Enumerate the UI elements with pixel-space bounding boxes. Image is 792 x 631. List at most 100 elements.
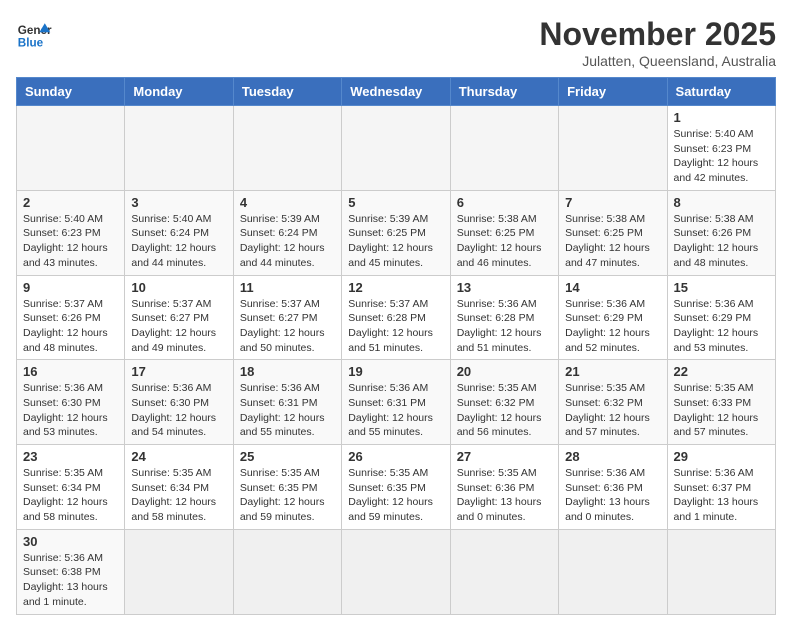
day-number: 5 [348, 195, 443, 210]
calendar-cell: 29 Sunrise: 5:36 AMSunset: 6:37 PMDayligh… [667, 445, 775, 530]
calendar-cell [233, 106, 341, 191]
weekday-header-thursday: Thursday [450, 78, 558, 106]
day-number: 2 [23, 195, 118, 210]
day-info: Sunrise: 5:36 AMSunset: 6:37 PMDaylight:… [674, 466, 769, 525]
day-info: Sunrise: 5:37 AMSunset: 6:27 PMDaylight:… [240, 297, 335, 356]
calendar-week-3: 9Sunrise: 5:37 AMSunset: 6:26 PMDaylight… [17, 275, 776, 360]
day-info: Sunrise: 5:36 AMSunset: 6:38 PMDaylight:… [23, 551, 118, 610]
day-info: Sunrise: 5:36 AMSunset: 6:30 PMDaylight:… [131, 381, 226, 440]
calendar-cell: 25Sunrise: 5:35 AMSunset: 6:35 PMDayligh… [233, 445, 341, 530]
calendar-cell [342, 106, 450, 191]
day-number: 6 [457, 195, 552, 210]
svg-text:Blue: Blue [18, 37, 44, 50]
calendar-cell: 22 Sunrise: 5:35 AMSunset: 6:33 PMDayligh… [667, 360, 775, 445]
calendar-cell: 21 Sunrise: 5:35 AMSunset: 6:32 PMDayligh… [559, 360, 667, 445]
day-info: Sunrise: 5:35 AMSunset: 6:33 PMDaylight:… [674, 381, 769, 440]
weekday-header-wednesday: Wednesday [342, 78, 450, 106]
day-number: 30 [23, 534, 118, 549]
day-number: 27 [457, 449, 552, 464]
calendar-cell [450, 106, 558, 191]
calendar-cell: 20Sunrise: 5:35 AMSunset: 6:32 PMDayligh… [450, 360, 558, 445]
calendar-cell: 7Sunrise: 5:38 AMSunset: 6:25 PMDaylight… [559, 190, 667, 275]
calendar-cell: 19 Sunrise: 5:36 AMSunset: 6:31 PMDayligh… [342, 360, 450, 445]
day-number: 15 [674, 280, 769, 295]
calendar-week-2: 2 Sunrise: 5:40 AMSunset: 6:23 PMDaylight… [17, 190, 776, 275]
month-title: November 2025 [539, 16, 776, 53]
calendar-week-6: 30 Sunrise: 5:36 AMSunset: 6:38 PMDayligh… [17, 529, 776, 614]
calendar-cell: 9Sunrise: 5:37 AMSunset: 6:26 PMDaylight… [17, 275, 125, 360]
day-info: Sunrise: 5:36 AMSunset: 6:28 PMDaylight:… [457, 297, 552, 356]
day-info: Sunrise: 5:38 AMSunset: 6:25 PMDaylight:… [457, 212, 552, 271]
day-info: Sunrise: 5:40 AMSunset: 6:23 PMDaylight:… [674, 127, 769, 186]
day-number: 11 [240, 280, 335, 295]
day-info: Sunrise: 5:39 AMSunset: 6:24 PMDaylight:… [240, 212, 335, 271]
day-number: 10 [131, 280, 226, 295]
day-info: Sunrise: 5:39 AMSunset: 6:25 PMDaylight:… [348, 212, 443, 271]
header: General Blue November 2025 Julatten, Que… [16, 16, 776, 69]
day-number: 26 [348, 449, 443, 464]
day-info: Sunrise: 5:36 AMSunset: 6:29 PMDaylight:… [674, 297, 769, 356]
day-number: 21 [565, 364, 660, 379]
day-number: 24 [131, 449, 226, 464]
day-number: 9 [23, 280, 118, 295]
weekday-header-saturday: Saturday [667, 78, 775, 106]
calendar-cell: 1 Sunrise: 5:40 AMSunset: 6:23 PMDaylight… [667, 106, 775, 191]
weekday-header-tuesday: Tuesday [233, 78, 341, 106]
day-number: 22 [674, 364, 769, 379]
weekday-header-sunday: Sunday [17, 78, 125, 106]
calendar-cell: 11 Sunrise: 5:37 AMSunset: 6:27 PMDayligh… [233, 275, 341, 360]
day-info: Sunrise: 5:35 AMSunset: 6:34 PMDaylight:… [131, 466, 226, 525]
day-number: 14 [565, 280, 660, 295]
calendar-cell: 17 Sunrise: 5:36 AMSunset: 6:30 PMDayligh… [125, 360, 233, 445]
logo: General Blue [16, 16, 52, 52]
day-info: Sunrise: 5:36 AMSunset: 6:36 PMDaylight:… [565, 466, 660, 525]
calendar-cell: 24 Sunrise: 5:35 AMSunset: 6:34 PMDayligh… [125, 445, 233, 530]
day-number: 8 [674, 195, 769, 210]
calendar-cell: 12Sunrise: 5:37 AMSunset: 6:28 PMDayligh… [342, 275, 450, 360]
calendar-cell [125, 529, 233, 614]
day-info: Sunrise: 5:36 AMSunset: 6:31 PMDaylight:… [348, 381, 443, 440]
day-number: 17 [131, 364, 226, 379]
day-number: 29 [674, 449, 769, 464]
calendar-week-4: 16 Sunrise: 5:36 AMSunset: 6:30 PMDayligh… [17, 360, 776, 445]
location-subtitle: Julatten, Queensland, Australia [539, 53, 776, 69]
day-number: 19 [348, 364, 443, 379]
day-number: 4 [240, 195, 335, 210]
calendar-cell: 4 Sunrise: 5:39 AMSunset: 6:24 PMDaylight… [233, 190, 341, 275]
day-info: Sunrise: 5:35 AMSunset: 6:34 PMDaylight:… [23, 466, 118, 525]
calendar-week-1: 1 Sunrise: 5:40 AMSunset: 6:23 PMDaylight… [17, 106, 776, 191]
calendar-cell: 6 Sunrise: 5:38 AMSunset: 6:25 PMDaylight… [450, 190, 558, 275]
day-number: 23 [23, 449, 118, 464]
calendar-cell [559, 529, 667, 614]
day-number: 1 [674, 110, 769, 125]
day-info: Sunrise: 5:38 AMSunset: 6:25 PMDaylight:… [565, 212, 660, 271]
calendar-cell: 26 Sunrise: 5:35 AMSunset: 6:35 PMDayligh… [342, 445, 450, 530]
weekday-header-monday: Monday [125, 78, 233, 106]
day-number: 16 [23, 364, 118, 379]
calendar-cell [342, 529, 450, 614]
calendar-cell [233, 529, 341, 614]
day-info: Sunrise: 5:40 AMSunset: 6:23 PMDaylight:… [23, 212, 118, 271]
day-info: Sunrise: 5:38 AMSunset: 6:26 PMDaylight:… [674, 212, 769, 271]
calendar-cell [667, 529, 775, 614]
calendar-week-5: 23 Sunrise: 5:35 AMSunset: 6:34 PMDayligh… [17, 445, 776, 530]
calendar-cell: 23 Sunrise: 5:35 AMSunset: 6:34 PMDayligh… [17, 445, 125, 530]
calendar-cell: 8 Sunrise: 5:38 AMSunset: 6:26 PMDaylight… [667, 190, 775, 275]
day-info: Sunrise: 5:36 AMSunset: 6:31 PMDaylight:… [240, 381, 335, 440]
title-area: November 2025 Julatten, Queensland, Aust… [539, 16, 776, 69]
calendar-cell [559, 106, 667, 191]
day-info: Sunrise: 5:35 AMSunset: 6:35 PMDaylight:… [348, 466, 443, 525]
calendar-cell [17, 106, 125, 191]
day-info: Sunrise: 5:37 AMSunset: 6:28 PMDaylight:… [348, 297, 443, 356]
calendar-cell: 18Sunrise: 5:36 AMSunset: 6:31 PMDayligh… [233, 360, 341, 445]
day-info: Sunrise: 5:40 AMSunset: 6:24 PMDaylight:… [131, 212, 226, 271]
calendar-cell [125, 106, 233, 191]
calendar-cell: 30 Sunrise: 5:36 AMSunset: 6:38 PMDayligh… [17, 529, 125, 614]
calendar-cell: 14Sunrise: 5:36 AMSunset: 6:29 PMDayligh… [559, 275, 667, 360]
day-number: 20 [457, 364, 552, 379]
day-info: Sunrise: 5:36 AMSunset: 6:30 PMDaylight:… [23, 381, 118, 440]
day-info: Sunrise: 5:35 AMSunset: 6:32 PMDaylight:… [565, 381, 660, 440]
day-info: Sunrise: 5:35 AMSunset: 6:36 PMDaylight:… [457, 466, 552, 525]
calendar-cell: 27 Sunrise: 5:35 AMSunset: 6:36 PMDayligh… [450, 445, 558, 530]
weekday-header-friday: Friday [559, 78, 667, 106]
